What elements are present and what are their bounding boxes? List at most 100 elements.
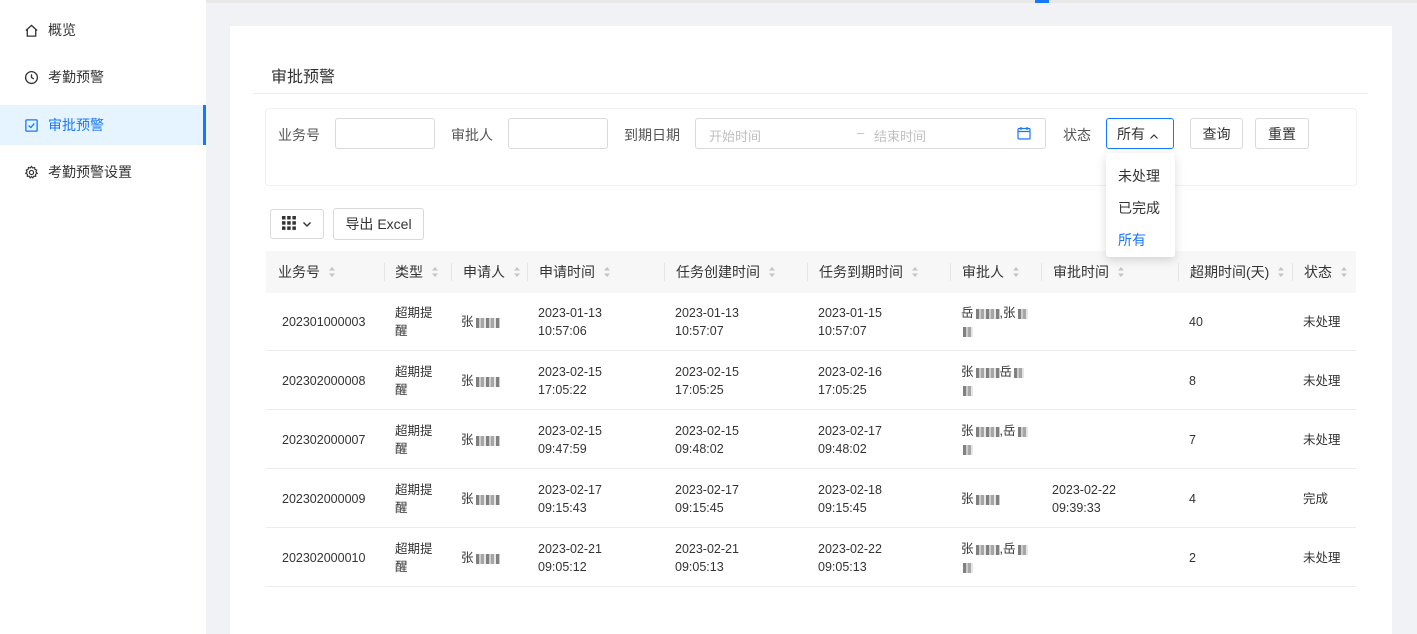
sort-icon [912, 267, 918, 277]
header-apply-time[interactable]: 申请时间 [527, 251, 611, 293]
cell-business-no: 202302000010 [282, 551, 366, 565]
start-date-input[interactable]: 开始时间 [709, 126, 761, 145]
cell-type: 超期提醒 [395, 483, 433, 515]
cell-type: 超期提醒 [395, 365, 433, 397]
cell-task-created: 2023-02-17 09:15:45 [675, 483, 739, 515]
table-row[interactable]: 202302000007 超期提醒 张 2023-02-15 09:47:59 2… [266, 411, 1356, 469]
cell-overdue-days: 7 [1189, 433, 1196, 447]
sidebar-item-label: 考勤预警 [48, 69, 104, 85]
table-row[interactable]: 202301000003 超期提醒 张 2023-01-13 10:57:06 2… [266, 293, 1356, 351]
header-overdue-days[interactable]: 超期时间(天) [1178, 251, 1285, 293]
sort-icon [1341, 267, 1347, 277]
cell-apply-time: 2023-01-13 10:57:06 [538, 306, 602, 338]
cell-task-due: 2023-02-17 09:48:02 [818, 424, 882, 456]
business-no-input[interactable] [335, 118, 435, 149]
cell-type: 超期提醒 [395, 542, 433, 574]
status-select-value: 所有 [1117, 125, 1145, 142]
end-date-input[interactable]: 结束时间 [874, 126, 926, 145]
chevron-down-icon [302, 217, 312, 232]
sidebar-item-attendance-alert[interactable]: 考勤预警 [0, 57, 206, 97]
header-task-due[interactable]: 任务到期时间 [807, 251, 919, 293]
sidebar-item-label: 考勤预警设置 [48, 164, 132, 180]
sidebar-item-approval-alert[interactable]: 审批预警 [0, 105, 206, 145]
cell-business-no: 202302000009 [282, 492, 366, 506]
cell-applicant: 张 [461, 490, 500, 508]
cell-approve-time: 2023-02-22 09:39:33 [1052, 483, 1116, 515]
top-divider [206, 0, 1417, 3]
cell-applicant: 张 [461, 431, 500, 449]
cell-task-created: 2023-02-15 09:48:02 [675, 424, 739, 456]
calendar-icon[interactable] [1017, 126, 1031, 140]
cell-applicant: 张 [461, 313, 500, 331]
export-excel-button[interactable]: 导出 Excel [333, 208, 424, 240]
cell-overdue-days: 8 [1189, 374, 1196, 388]
cell-apply-time: 2023-02-21 09:05:12 [538, 542, 602, 574]
cell-business-no: 202301000003 [282, 315, 366, 329]
grid-icon [282, 215, 296, 233]
reset-button[interactable]: 重置 [1255, 118, 1309, 149]
cell-task-due: 2023-01-15 10:57:07 [818, 306, 882, 338]
main-card: 审批预警 业务号 审批人 到期日期 开始时间 – 结束时间 状态 所有 查询 重… [230, 26, 1392, 634]
sidebar-item-label: 概览 [48, 22, 76, 38]
cell-apply-time: 2023-02-15 09:47:59 [538, 424, 602, 456]
sort-icon [514, 267, 520, 277]
cell-overdue-days: 2 [1189, 551, 1196, 565]
cell-status: 未处理 [1303, 315, 1341, 329]
cell-type: 超期提醒 [395, 306, 433, 338]
approver-label: 审批人 [451, 127, 493, 143]
header-type[interactable]: 类型 [383, 251, 439, 293]
cell-type: 超期提醒 [395, 424, 433, 456]
cell-applicant: 张 [461, 549, 500, 567]
cell-overdue-days: 40 [1189, 315, 1203, 329]
header-business-no[interactable]: 业务号 [266, 251, 336, 293]
sort-icon [1013, 267, 1019, 277]
cell-approver: 岳 ,张 [961, 304, 1028, 340]
query-button[interactable]: 查询 [1190, 118, 1243, 149]
top-active-indicator [1035, 0, 1049, 3]
sidebar: 概览 考勤预警 审批预警 考勤预警设置 [0, 0, 206, 634]
sidebar-item-overview[interactable]: 概览 [0, 10, 206, 50]
status-option-all[interactable]: 所有 [1118, 230, 1146, 250]
cell-status: 未处理 [1303, 374, 1341, 388]
sort-icon [1118, 267, 1124, 277]
status-select[interactable]: 所有 [1106, 118, 1174, 149]
table-row[interactable]: 202302000009 超期提醒 张 2023-02-17 09:15:43 2… [266, 470, 1356, 528]
sort-icon [432, 267, 438, 277]
cell-task-created: 2023-02-15 17:05:25 [675, 365, 739, 397]
status-option-pending[interactable]: 未处理 [1118, 166, 1160, 186]
header-task-created[interactable]: 任务创建时间 [664, 251, 776, 293]
sort-icon [604, 267, 610, 277]
table-row[interactable]: 202302000008 超期提醒 张 2023-02-15 17:05:22 2… [266, 352, 1356, 410]
column-settings-button[interactable] [270, 209, 324, 239]
gear-icon [24, 164, 39, 180]
business-no-label: 业务号 [278, 127, 320, 143]
sidebar-item-alert-settings[interactable]: 考勤预警设置 [0, 152, 206, 192]
status-label: 状态 [1063, 127, 1091, 143]
header-approve-time[interactable]: 审批时间 [1041, 251, 1125, 293]
cell-task-due: 2023-02-22 09:05:13 [818, 542, 882, 574]
header-applicant[interactable]: 申请人 [451, 251, 521, 293]
cell-overdue-days: 4 [1189, 492, 1196, 506]
sort-icon [329, 267, 335, 277]
checkbox-icon [24, 118, 39, 133]
table-header: 业务号 类型 申请人 申请时间 任务创建时间 任务到期时间 审批人 审批时间 超… [266, 251, 1356, 293]
date-range-picker[interactable]: 开始时间 – 结束时间 [695, 118, 1046, 149]
status-option-completed[interactable]: 已完成 [1118, 198, 1160, 218]
title-divider [253, 93, 1368, 94]
cell-task-due: 2023-02-18 09:15:45 [818, 483, 882, 515]
cell-business-no: 202302000007 [282, 433, 366, 447]
cell-task-created: 2023-02-21 09:05:13 [675, 542, 739, 574]
range-separator: – [857, 125, 865, 140]
cell-approver: 张岳 [961, 363, 1025, 399]
cell-applicant: 张 [461, 372, 500, 390]
approver-input[interactable] [508, 118, 608, 149]
cell-status: 未处理 [1303, 551, 1341, 565]
header-status[interactable]: 状态 [1292, 251, 1348, 293]
chevron-up-icon [1149, 129, 1159, 139]
sort-icon [1278, 267, 1285, 277]
home-icon [24, 23, 39, 38]
cell-apply-time: 2023-02-17 09:15:43 [538, 483, 602, 515]
header-approver[interactable]: 审批人 [950, 251, 1020, 293]
table-row[interactable]: 202302000010 超期提醒 张 2023-02-21 09:05:12 2… [266, 529, 1356, 587]
sort-icon [769, 267, 775, 277]
